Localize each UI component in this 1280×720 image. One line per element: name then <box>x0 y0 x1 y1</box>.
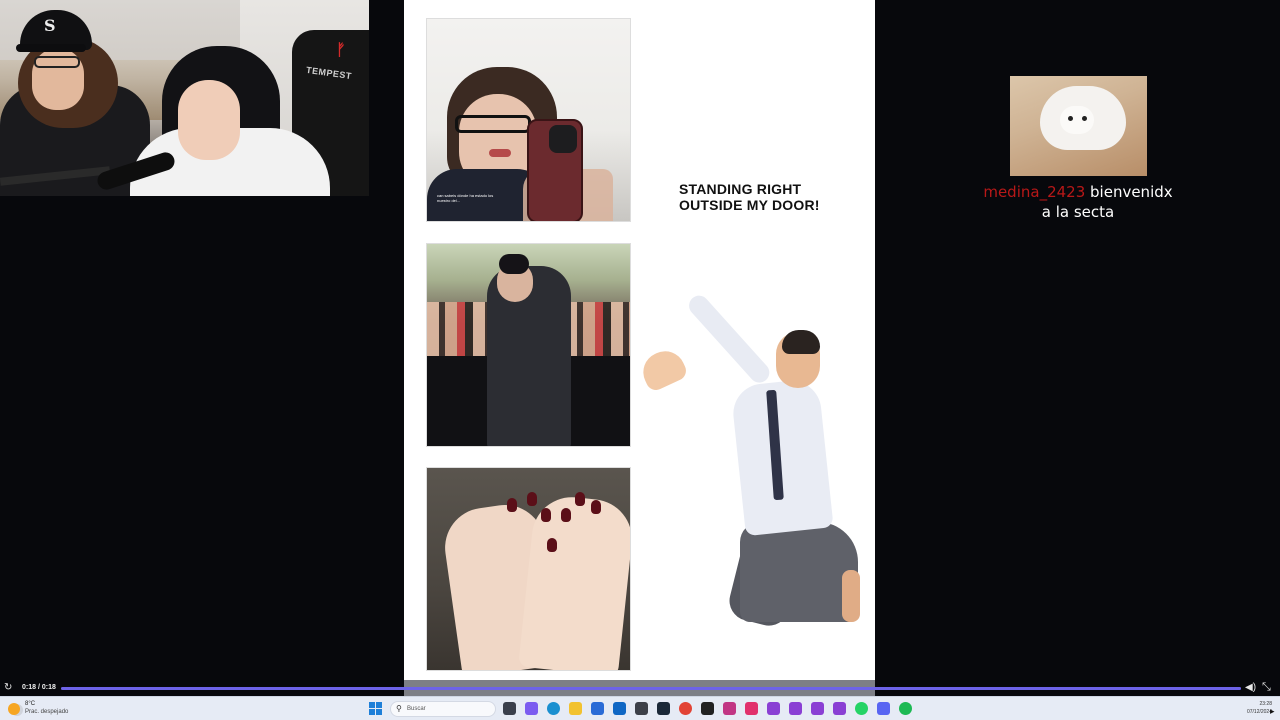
taskbar-search[interactable]: ⚲ Buscar <box>390 701 496 717</box>
weather-temperature[interactable]: 8°C <box>25 700 35 708</box>
steam-icon[interactable] <box>657 702 670 715</box>
edge-icon[interactable] <box>547 702 560 715</box>
search-icon: ⚲ <box>396 704 402 713</box>
discord-icon[interactable] <box>877 702 890 715</box>
store-icon[interactable] <box>591 702 604 715</box>
clock-time: 23:28 <box>1259 701 1272 707</box>
whatsapp-icon[interactable] <box>855 702 868 715</box>
task-view-icon[interactable] <box>503 702 516 715</box>
replay-icon[interactable]: ↻ <box>4 683 14 693</box>
app-icon[interactable] <box>833 702 846 715</box>
glasses <box>34 56 80 68</box>
seek-bar[interactable] <box>61 687 1241 690</box>
clock-date: 07/12/2024 <box>1246 709 1272 715</box>
app-icon[interactable] <box>789 702 802 715</box>
cat-avatar-image <box>1010 76 1147 176</box>
capcut-icon[interactable] <box>701 702 714 715</box>
copilot-icon[interactable] <box>525 702 538 715</box>
meme-document: can sabeis dónde ha estado los nuestro d… <box>404 0 875 680</box>
file-explorer-icon[interactable] <box>569 702 582 715</box>
kneeling-man-image <box>636 291 868 630</box>
app-icon[interactable] <box>745 702 758 715</box>
instagram-icon[interactable] <box>723 702 736 715</box>
chair-logo-icon: ᚠ <box>336 40 346 59</box>
weather-icon[interactable] <box>8 703 20 715</box>
weather-description[interactable]: Prac. despejado <box>25 708 68 716</box>
spotify-icon[interactable] <box>899 702 912 715</box>
outlook-icon[interactable] <box>613 702 626 715</box>
mouse-cursor: ▸ <box>1270 706 1275 716</box>
webcam-feed: ᚠ TEMPEST S <box>0 0 369 196</box>
meme-photo-selfie: can sabeis dónde ha estado los nuestro d… <box>426 18 631 222</box>
meme-photo-hands <box>426 467 631 671</box>
photo-subtitle: can sabeis dónde ha estado los nuestro d… <box>437 193 494 203</box>
cap-logo: S <box>44 16 56 35</box>
app-icon[interactable] <box>811 702 824 715</box>
video-controls: ↻ 0:18 / 0:18 ◀) ⤡ <box>0 680 1280 696</box>
chrome-icon[interactable] <box>679 702 692 715</box>
volume-icon[interactable]: ◀) <box>1245 683 1256 693</box>
caption-line: OUTSIDE MY DOOR! <box>679 197 820 213</box>
taskbar: 8°C Prac. despejado ⚲ Buscar 23:28 07/12… <box>0 696 1280 720</box>
system-clock[interactable]: 23:28 07/12/2024 <box>1236 700 1272 716</box>
search-placeholder: Buscar <box>407 706 426 712</box>
chat-message: medina_2423 bienvenidx a la secta <box>978 182 1178 222</box>
app-icon[interactable] <box>767 702 780 715</box>
fullscreen-icon[interactable]: ⤡ <box>1262 682 1271 693</box>
meme-photo-crowd <box>426 243 631 447</box>
app-icon[interactable] <box>635 702 648 715</box>
meme-caption: STANDING RIGHT OUTSIDE MY DOOR! <box>679 181 849 213</box>
caption-line: STANDING RIGHT <box>679 181 802 197</box>
video-time: 0:18 / 0:18 <box>22 684 56 691</box>
stream-window: ᚠ TEMPEST S can sabeis dónde ha estado l… <box>0 0 1280 720</box>
start-button[interactable] <box>369 702 382 715</box>
chat-username: medina_2423 <box>983 183 1086 201</box>
seek-bar-progress <box>61 687 1241 690</box>
